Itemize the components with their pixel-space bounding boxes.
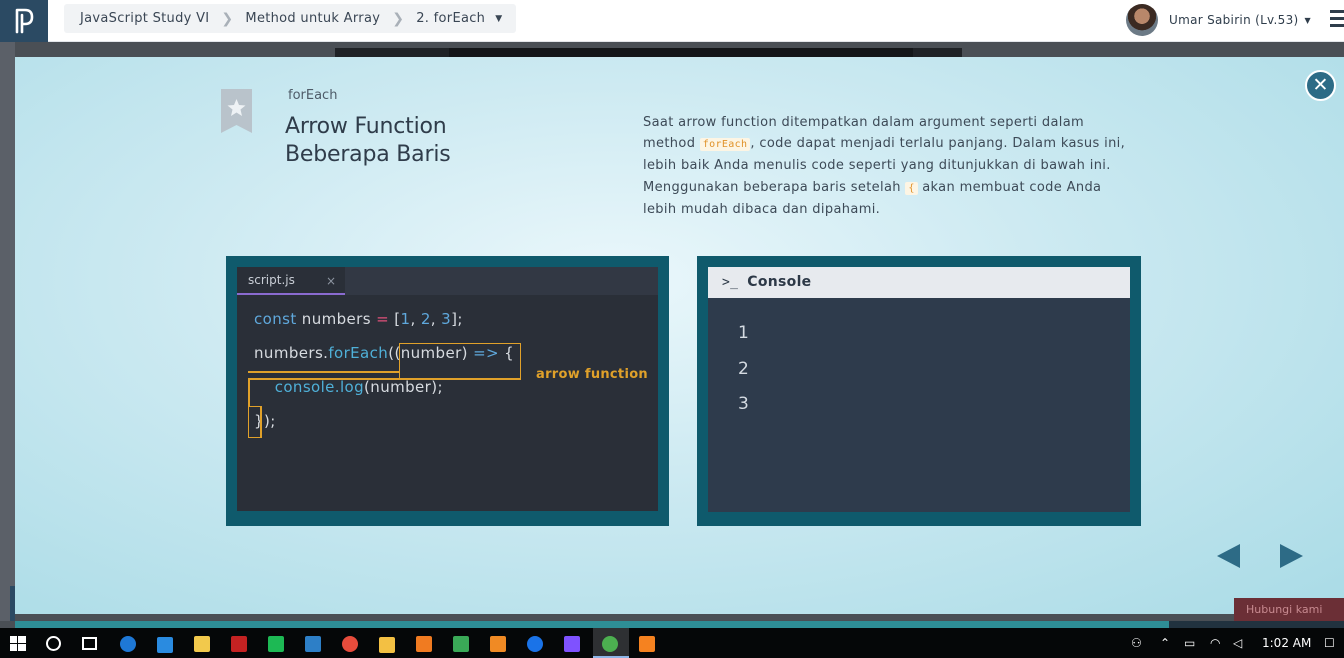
background-content	[449, 48, 913, 57]
progress-bar	[15, 621, 1344, 628]
pycharm-icon[interactable]	[268, 636, 284, 652]
breadcrumb: JavaScript Study VI ❯ Method untuk Array…	[64, 4, 517, 33]
highlight-box	[248, 406, 260, 438]
console: >_ Console 1 2 3	[708, 267, 1130, 512]
highlight-box	[248, 371, 399, 373]
close-button[interactable]: ✕	[1305, 70, 1336, 101]
highlight-box	[248, 378, 250, 406]
console-output-line: 3	[738, 394, 749, 414]
chrome-icon[interactable]	[342, 636, 358, 652]
previous-slide-icon[interactable]	[1217, 544, 1240, 568]
console-output-line: 1	[738, 323, 749, 343]
editor-tab[interactable]: script.js ×	[237, 267, 345, 295]
store-icon[interactable]	[194, 636, 210, 652]
task-view-icon[interactable]	[82, 637, 97, 650]
slide-description: Saat arrow function ditempatkan dalam ar…	[643, 112, 1133, 220]
code-line: });	[254, 412, 276, 430]
file-explorer-icon[interactable]	[379, 637, 395, 653]
wifi-icon[interactable]: ◠	[1210, 636, 1220, 650]
background-sidebar	[0, 42, 15, 621]
code-editor-panel: script.js × const numbers = [1, 2, 3]; n…	[226, 256, 669, 526]
hamburger-menu-icon[interactable]	[1330, 10, 1344, 30]
xampp-icon[interactable]	[416, 636, 432, 652]
edge-icon[interactable]	[120, 636, 136, 652]
breadcrumb-chapter[interactable]: Method untuk Array	[245, 11, 380, 26]
console-header: >_ Console	[708, 267, 1130, 298]
vlc-icon[interactable]	[639, 636, 655, 652]
breadcrumb-lesson[interactable]: 2. forEach	[416, 11, 485, 26]
highlight-box	[399, 343, 521, 379]
editor-tab-label: script.js	[248, 273, 295, 287]
console-panel: >_ Console 1 2 3	[697, 256, 1141, 526]
highlight-box	[399, 343, 400, 371]
avatar[interactable]	[1126, 4, 1158, 36]
progress-bar-track	[1169, 621, 1344, 628]
console-title: Console	[747, 274, 812, 290]
user-menu[interactable]: Umar Sabirin (Lv.53) ▼	[1126, 3, 1311, 37]
breadcrumb-course[interactable]: JavaScript Study VI	[80, 11, 209, 26]
maps-icon[interactable]	[527, 636, 543, 652]
console-output-line: 2	[738, 358, 749, 379]
slide-title-line: Arrow Function	[285, 114, 447, 139]
chrome-icon[interactable]	[602, 636, 618, 652]
phpstorm-icon[interactable]	[564, 636, 580, 652]
windows-start-icon[interactable]	[10, 636, 26, 651]
taskbar-clock[interactable]: 1:02 AM	[1262, 636, 1311, 650]
editor-tab-bar: script.js ×	[237, 267, 658, 295]
arrow-function-label: arrow function	[536, 367, 648, 382]
slide-modal: ✕ forEach Arrow Function Beberapa Baris …	[15, 57, 1344, 614]
people-icon[interactable]: ⚇	[1131, 636, 1142, 650]
progate-logo-icon	[15, 8, 34, 34]
top-bar: JavaScript Study VI ❯ Method untuk Array…	[0, 0, 1344, 42]
caret-down-icon[interactable]: ▼	[495, 14, 502, 24]
logo[interactable]	[0, 0, 48, 42]
chevron-right-icon: ❯	[392, 10, 405, 27]
chevron-up-icon[interactable]: ⌃	[1160, 636, 1170, 650]
highlight-box	[260, 406, 262, 438]
code-line: console.log(number);	[274, 378, 443, 396]
mail-icon[interactable]	[157, 637, 173, 653]
sublime-icon[interactable]	[490, 636, 506, 652]
terminal-prompt-icon: >_	[722, 275, 739, 290]
slide-title: Arrow Function Beberapa Baris	[285, 113, 545, 169]
highlight-box	[248, 378, 521, 380]
inline-code: forEach	[699, 138, 751, 152]
media-player-icon[interactable]	[305, 636, 321, 652]
slide-kicker: forEach	[288, 88, 338, 103]
notifications-icon[interactable]: ☐	[1324, 636, 1335, 650]
close-tab-icon[interactable]: ×	[326, 274, 336, 288]
inline-code: {	[905, 181, 918, 195]
caret-down-icon[interactable]: ▼	[1305, 16, 1311, 25]
chevron-right-icon: ❯	[221, 10, 234, 27]
code-line: const numbers = [1, 2, 3];	[254, 310, 463, 328]
volume-icon[interactable]: ◁	[1233, 636, 1242, 650]
contact-badge[interactable]: Hubungi kami	[1234, 598, 1344, 621]
code-editor: script.js × const numbers = [1, 2, 3]; n…	[237, 267, 658, 511]
slide-title-line: Beberapa Baris	[285, 142, 451, 167]
next-slide-icon[interactable]	[1280, 544, 1303, 568]
battery-icon[interactable]: ▭	[1184, 636, 1195, 650]
filezilla-icon[interactable]	[231, 636, 247, 652]
user-name[interactable]: Umar Sabirin (Lv.53)	[1169, 13, 1299, 27]
git-icon[interactable]	[453, 636, 469, 652]
bookmark-star-icon[interactable]	[221, 89, 252, 133]
search-icon[interactable]	[46, 636, 61, 651]
console-output: 1 2 3	[738, 323, 749, 430]
